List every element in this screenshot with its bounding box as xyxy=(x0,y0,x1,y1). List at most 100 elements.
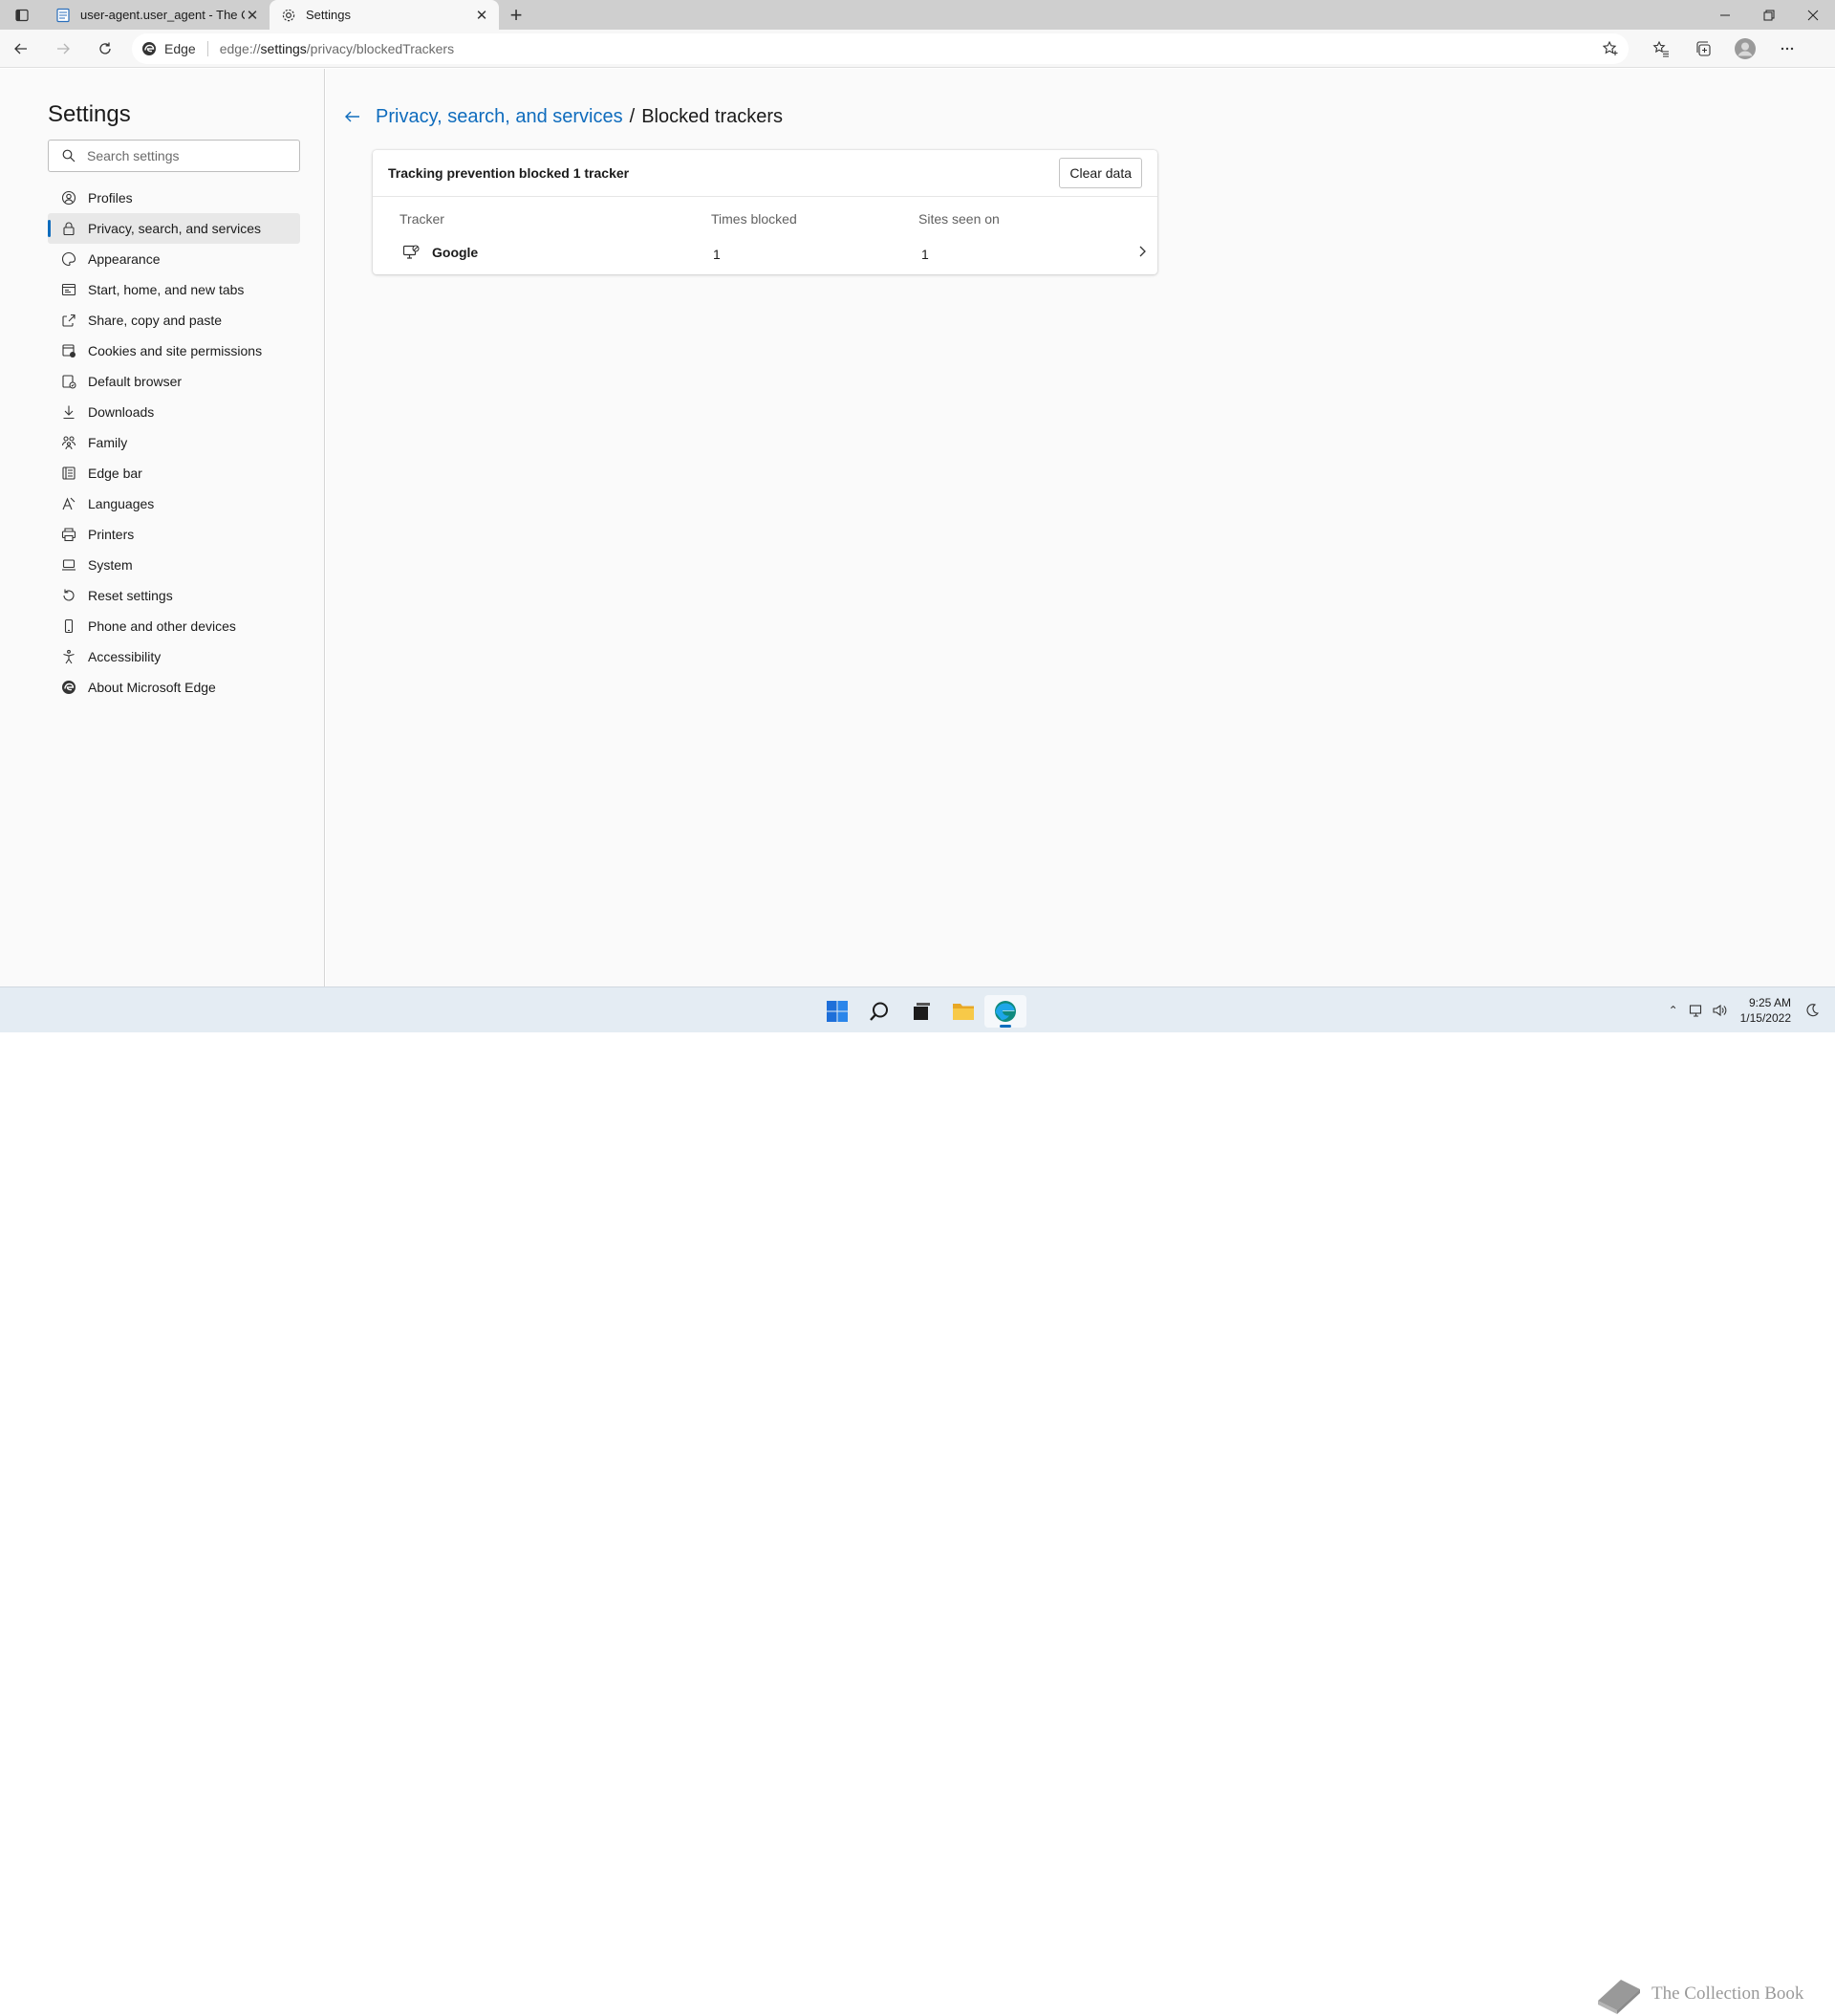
sidebar-item-phone[interactable]: Phone and other devices xyxy=(48,611,300,641)
tab-actions-button[interactable] xyxy=(0,0,44,30)
arrow-left-icon xyxy=(14,43,27,54)
accessibility-icon xyxy=(60,648,77,665)
sidebar-item-appearance[interactable]: Appearance xyxy=(48,244,300,274)
sites-seen-on-value: 1 xyxy=(921,247,929,262)
back-arrow-button[interactable] xyxy=(341,105,364,128)
sidebar-item-label: Privacy, search, and services xyxy=(88,221,262,236)
add-favorite-button[interactable] xyxy=(1602,40,1619,57)
card-header: Tracking prevention blocked 1 tracker Cl… xyxy=(373,150,1157,197)
profile-button[interactable] xyxy=(1724,30,1766,68)
minimize-button[interactable] xyxy=(1703,0,1747,30)
edge-logo-icon xyxy=(142,41,156,55)
sidebar-item-label: Phone and other devices xyxy=(88,618,236,634)
window-close-button[interactable] xyxy=(1791,0,1835,30)
refresh-button[interactable] xyxy=(84,30,126,68)
printer-icon xyxy=(60,526,77,543)
sidebar-item-label: Edge bar xyxy=(88,466,142,481)
sidebar-item-languages[interactable]: Languages xyxy=(48,488,300,519)
sidebar-item-start-home[interactable]: Start, home, and new tabs xyxy=(48,274,300,305)
more-options-button[interactable] xyxy=(1766,30,1808,68)
address-bar[interactable]: Edge edge://settings/privacy/blockedTrac… xyxy=(132,33,1629,64)
sidebar-item-edge-bar[interactable]: Edge bar xyxy=(48,458,300,488)
edge-logo-icon xyxy=(60,679,77,696)
notifications-icon[interactable] xyxy=(1801,999,1824,1022)
sidebar-item-label: Cookies and site permissions xyxy=(88,343,263,358)
tab-user-agent[interactable]: user-agent.user_agent - The Coll ✕ xyxy=(44,0,270,30)
back-button[interactable] xyxy=(0,30,42,68)
sidebar-item-downloads[interactable]: Downloads xyxy=(48,397,300,427)
restore-icon xyxy=(1763,10,1775,20)
search-settings-box[interactable] xyxy=(48,140,300,172)
lock-icon xyxy=(60,220,77,237)
sidebar-item-family[interactable]: Family xyxy=(48,427,300,458)
url-text: edge://settings/privacy/blockedTrackers xyxy=(219,40,455,56)
breadcrumb: Privacy, search, and services / Blocked … xyxy=(341,105,783,128)
sidebar-item-label: System xyxy=(88,557,133,573)
sidebar-item-system[interactable]: System xyxy=(48,550,300,580)
network-icon[interactable] xyxy=(1685,999,1708,1022)
browser-icon xyxy=(60,373,77,390)
watermark-text: The Collection Book xyxy=(1652,1983,1804,2004)
restore-button[interactable] xyxy=(1747,0,1791,30)
sidebar-item-default-browser[interactable]: Default browser xyxy=(48,366,300,397)
sidebar-item-label: About Microsoft Edge xyxy=(88,680,216,695)
sidebar-item-label: Reset settings xyxy=(88,588,173,603)
favorites-icon xyxy=(1652,40,1669,57)
start-icon xyxy=(60,281,77,298)
task-view-button[interactable] xyxy=(900,995,942,1028)
new-tab-button[interactable]: + xyxy=(499,0,533,30)
system-tray: ⌃ 9:25 AM 1/15/2022 xyxy=(1662,987,1824,1033)
breadcrumb-parent-link[interactable]: Privacy, search, and services xyxy=(376,106,623,128)
breadcrumb-separator: / xyxy=(629,105,636,127)
sidebar-item-label: Downloads xyxy=(88,404,155,420)
file-explorer-button[interactable] xyxy=(942,995,984,1028)
tab-settings[interactable]: Settings ✕ xyxy=(270,0,499,30)
close-icon[interactable]: ✕ xyxy=(245,8,260,24)
edgebar-icon xyxy=(60,465,77,482)
sidebar-item-reset[interactable]: Reset settings xyxy=(48,580,300,611)
sidebar-item-accessibility[interactable]: Accessibility xyxy=(48,641,300,672)
document-icon xyxy=(55,8,71,23)
tab-strip: user-agent.user_agent - The Coll ✕ Setti… xyxy=(0,0,1835,30)
sidebar-item-printers[interactable]: Printers xyxy=(48,519,300,550)
chevron-right-icon[interactable] xyxy=(1134,244,1150,259)
windows-taskbar: ⌃ 9:25 AM 1/15/2022 The Collection Book xyxy=(0,986,1835,2014)
search-input[interactable] xyxy=(87,148,278,163)
watermark: The Collection Book xyxy=(1594,1972,1803,2016)
favorites-button[interactable] xyxy=(1640,30,1682,68)
language-icon xyxy=(60,495,77,512)
tracker-name: Google xyxy=(432,245,479,260)
folder-icon xyxy=(953,1004,974,1020)
windows-logo-icon xyxy=(827,1001,848,1022)
sidebar-item-cookies[interactable]: Cookies and site permissions xyxy=(48,336,300,366)
arrow-left-icon xyxy=(345,111,359,122)
sidebar-item-privacy[interactable]: Privacy, search, and services xyxy=(48,213,300,244)
start-button[interactable] xyxy=(816,995,858,1028)
collections-button[interactable] xyxy=(1682,30,1724,68)
plus-icon: + xyxy=(509,2,523,27)
book-icon xyxy=(1598,1980,1640,2014)
sidebar-item-share[interactable]: Share, copy and paste xyxy=(48,305,300,336)
sidebar-item-label: Profiles xyxy=(88,190,133,206)
sidebar-item-label: Share, copy and paste xyxy=(88,313,223,328)
sidebar-item-about[interactable]: About Microsoft Edge xyxy=(48,672,300,703)
tracker-summary: Tracking prevention blocked 1 tracker xyxy=(388,165,630,181)
page-title: Blocked trackers xyxy=(641,105,784,127)
column-header-sites-seen-on: Sites seen on xyxy=(918,211,1000,227)
chevron-up-icon[interactable]: ⌃ xyxy=(1662,999,1685,1022)
sidebar-item-profiles[interactable]: Profiles xyxy=(48,183,300,213)
reset-icon xyxy=(60,587,77,604)
taskbar-search-button[interactable] xyxy=(858,995,900,1028)
close-icon[interactable]: ✕ xyxy=(474,8,489,24)
settings-main: Privacy, search, and services / Blocked … xyxy=(326,69,1835,986)
clock[interactable]: 9:25 AM 1/15/2022 xyxy=(1740,995,1791,1026)
task-view-icon xyxy=(914,1003,930,1020)
volume-icon[interactable] xyxy=(1708,999,1731,1022)
edge-taskbar-button[interactable] xyxy=(984,995,1026,1028)
table-row[interactable]: Google 1 1 xyxy=(373,238,1157,267)
forward-button[interactable] xyxy=(42,30,84,68)
column-header-times-blocked: Times blocked xyxy=(711,211,797,227)
site-identity[interactable]: Edge xyxy=(141,41,196,56)
tab-actions-icon xyxy=(15,9,29,21)
clear-data-button[interactable]: Clear data xyxy=(1059,158,1142,188)
